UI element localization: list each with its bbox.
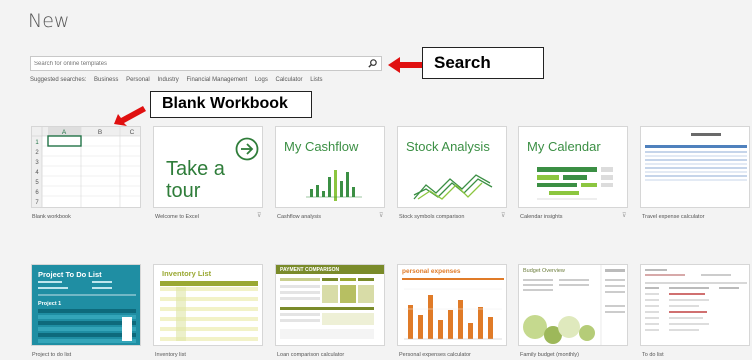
payment-thumbnail xyxy=(280,278,374,339)
page-title: New xyxy=(28,10,70,32)
template-cashflow-analysis[interactable]: My Cashflow xyxy=(275,126,385,208)
search-arrow-icon xyxy=(388,57,422,73)
label-to-do-list: To do list xyxy=(642,352,664,358)
label-project-to-do-list: Project to do list xyxy=(32,352,72,358)
tour-title-line2: tour xyxy=(166,180,201,202)
pin-icon[interactable]: ⊽ xyxy=(501,212,505,219)
cashflow-chart-icon xyxy=(306,170,362,201)
pin-icon[interactable]: ⊽ xyxy=(622,212,626,219)
search-icon[interactable] xyxy=(367,58,378,69)
stock-title: Stock Analysis xyxy=(406,139,490,154)
template-calendar-insights[interactable]: My Calendar xyxy=(518,126,628,208)
template-to-do-list[interactable] xyxy=(640,264,750,346)
template-inventory-list[interactable]: Inventory List xyxy=(153,264,263,346)
label-stock-symbols-comparison: Stock symbols comparison xyxy=(399,214,465,220)
suggested-logs[interactable]: Logs xyxy=(255,77,268,83)
budget-thumbnail xyxy=(523,265,625,345)
arrow-circle-icon xyxy=(235,137,259,161)
col-a: A xyxy=(62,129,67,136)
pin-icon[interactable]: ⊽ xyxy=(379,212,383,219)
template-stock-symbols-comparison[interactable]: Stock Analysis xyxy=(397,126,507,208)
suggested-industry[interactable]: Industry xyxy=(157,77,178,83)
label-cashflow-analysis: Cashflow analysis xyxy=(277,214,322,220)
search-input[interactable] xyxy=(34,58,354,69)
label-calendar-insights: Calendar insights xyxy=(520,214,563,220)
blank-workbook-arrow-icon xyxy=(114,106,146,126)
label-travel-expense-calculator: Travel expense calculator xyxy=(642,214,705,220)
expenses-chart-thumbnail xyxy=(402,278,504,340)
suggested-personal[interactable]: Personal xyxy=(126,77,150,83)
cashflow-title: My Cashflow xyxy=(284,139,359,154)
label-blank-workbook: Blank workbook xyxy=(32,214,71,220)
template-travel-expense-calculator[interactable] xyxy=(640,126,750,208)
label-inventory-list: Inventory list xyxy=(155,352,186,358)
suggested-calculator[interactable]: Calculator xyxy=(276,77,303,83)
project-thumbnail xyxy=(38,281,136,343)
template-family-budget-monthly[interactable]: Budget Overview xyxy=(518,264,628,346)
label-family-budget-monthly: Family budget (monthly) xyxy=(520,352,579,358)
template-project-to-do-list[interactable]: Project To Do List Project 1 xyxy=(31,264,141,346)
stock-chart-icon xyxy=(413,174,493,200)
template-welcome-to-excel[interactable]: Take a tour xyxy=(153,126,263,208)
suggested-lists[interactable]: Lists xyxy=(310,77,322,83)
label-welcome-to-excel: Welcome to Excel xyxy=(155,214,199,220)
to-do-thumbnail xyxy=(645,269,747,331)
tour-title-line1: Take a xyxy=(166,158,225,180)
calendar-title: My Calendar xyxy=(527,139,601,154)
template-loan-comparison-calculator[interactable]: PAYMENT COMPARISON xyxy=(275,264,385,346)
pin-icon[interactable]: ⊽ xyxy=(257,212,261,219)
label-loan-comparison-calculator: Loan comparison calculator xyxy=(277,352,345,358)
blank-workbook-thumbnail: A B C 1 2 3 4 5 6 7 xyxy=(32,127,140,207)
label-personal-expenses-calculator: Personal expenses calculator xyxy=(399,352,471,358)
inventory-thumbnail xyxy=(160,281,258,341)
blank-workbook-callout: Blank Workbook xyxy=(150,91,312,118)
template-personal-expenses-calculator[interactable]: personal expenses xyxy=(397,264,507,346)
col-b: B xyxy=(98,129,102,136)
travel-expense-thumbnail xyxy=(645,133,747,181)
suggested-financial-management[interactable]: Financial Management xyxy=(186,77,247,83)
excel-new-backstage: New Suggested searches: Business Persona… xyxy=(0,0,752,360)
search-callout: Search xyxy=(422,47,544,79)
suggested-label: Suggested searches: xyxy=(30,77,87,83)
calendar-chart-icon xyxy=(537,167,613,200)
suggested-searches: Suggested searches: Business Personal In… xyxy=(30,77,329,83)
suggested-business[interactable]: Business xyxy=(94,77,118,83)
template-blank-workbook[interactable]: A B C 1 2 3 4 5 6 7 xyxy=(31,126,141,208)
col-c: C xyxy=(130,129,135,136)
search-box[interactable] xyxy=(30,56,382,71)
